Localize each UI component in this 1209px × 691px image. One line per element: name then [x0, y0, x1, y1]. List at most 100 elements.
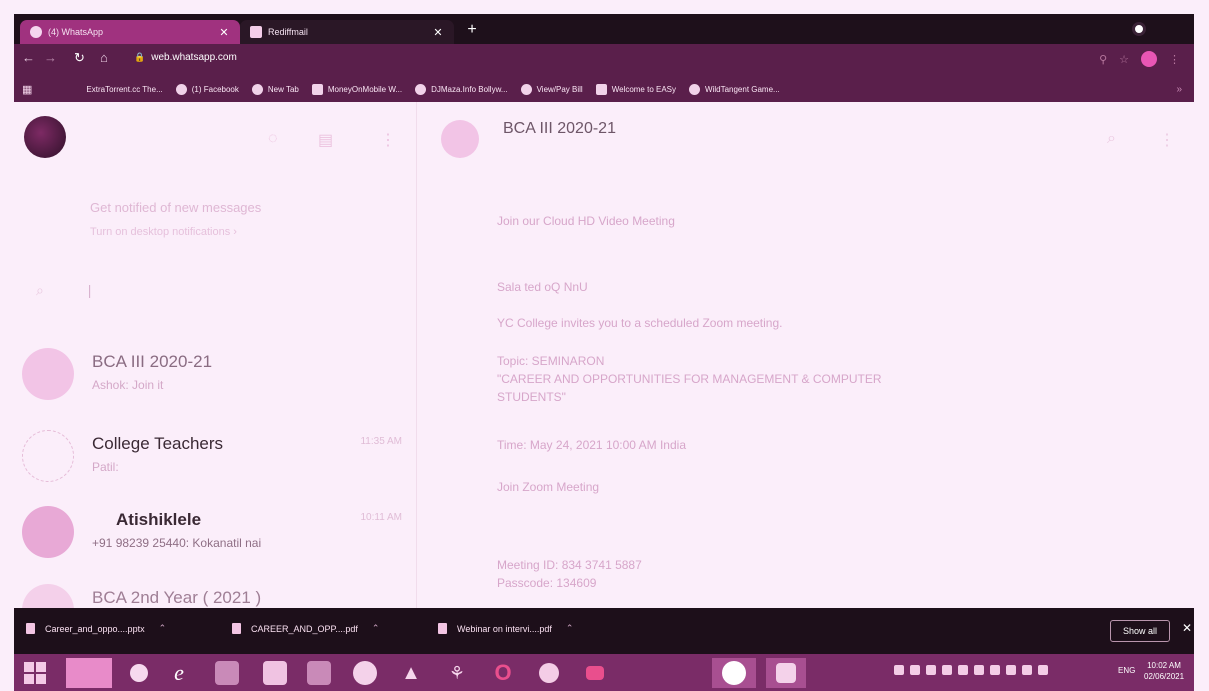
bookmark-item[interactable]: ExtraTorrent.cc The...	[86, 85, 162, 94]
profile-avatar-icon[interactable]	[1141, 51, 1157, 67]
edge-legacy-icon[interactable]: e	[164, 658, 194, 688]
menu-dots-icon[interactable]: ⋮	[1169, 53, 1180, 66]
new-chat-icon[interactable]: ▤	[318, 130, 333, 150]
word-icon[interactable]	[766, 658, 806, 688]
chevron-up-icon[interactable]: ⌃	[372, 623, 380, 634]
app-icon[interactable]: ⚘	[442, 658, 472, 688]
conversation-title[interactable]: BCA III 2020-21	[503, 120, 616, 138]
network-icon[interactable]	[958, 665, 968, 675]
close-icon[interactable]: ✕	[1182, 621, 1192, 635]
message-line: Passcode: 134609	[497, 576, 597, 590]
address-bar[interactable]: 🔒 web.whatsapp.com	[134, 52, 237, 63]
tray-icon[interactable]	[1038, 665, 1048, 675]
message-link[interactable]: Sala ted oQ NnU	[497, 280, 588, 294]
avatar	[22, 348, 74, 400]
vlc-icon[interactable]: ▲	[396, 658, 426, 688]
globe-icon	[251, 83, 263, 95]
youtube-icon[interactable]	[580, 658, 610, 688]
forward-icon[interactable]: →	[44, 50, 57, 65]
chrome-icon[interactable]	[712, 658, 756, 688]
windows-start-icon[interactable]	[24, 662, 46, 684]
pdf-file-icon	[438, 623, 447, 634]
message-line: Join Zoom Meeting	[497, 480, 600, 494]
list-item[interactable]: Atishiklele 10:11 AM +91 98239 25440: Ko…	[14, 498, 416, 562]
menu-dots-icon[interactable]: ⋮	[1159, 130, 1175, 150]
facebook-icon	[175, 83, 187, 95]
edge-icon[interactable]	[534, 658, 564, 688]
bookmark-item[interactable]: WildTangent Game...	[689, 83, 780, 95]
rediffmail-icon	[250, 26, 262, 38]
apps-grid-icon[interactable]: ▦	[22, 83, 32, 96]
menu-dots-icon[interactable]: ⋮	[380, 130, 396, 150]
clock[interactable]: 10:02 AM 02/06/2021	[1144, 660, 1184, 682]
back-icon[interactable]: ←	[22, 50, 35, 65]
list-item[interactable]: BCA III 2020-21 Ashok: Join it	[14, 340, 416, 404]
bookmark-item[interactable]: New Tab	[251, 83, 299, 95]
whatsapp-icon	[30, 26, 42, 38]
camera-app-icon[interactable]	[124, 658, 154, 688]
bookmark-item[interactable]: Welcome to EASy	[595, 83, 676, 95]
message-line: Join our Cloud HD Video Meeting	[497, 214, 675, 228]
chevron-up-icon[interactable]: ⌃	[159, 623, 167, 634]
hp-icon[interactable]	[350, 658, 380, 688]
conversation-panel: BCA III 2020-21 ⌕ ⋮ Join our Cloud HD Vi…	[417, 102, 1194, 608]
chat-time: 10:11 AM	[360, 512, 402, 523]
tray-icon[interactable]	[894, 665, 904, 675]
browser-toolbar: ← → ↻ ⌂ 🔒 web.whatsapp.com ⚲ ☆ ⋮	[14, 44, 1194, 76]
notification-link[interactable]: Turn on desktop notifications ›	[90, 226, 237, 238]
bookmark-item[interactable]: (1) Facebook	[175, 83, 239, 95]
more-bookmarks-icon[interactable]: »	[1176, 84, 1182, 95]
tray-icon[interactable]	[926, 665, 936, 675]
download-item[interactable]: Career_and_oppo....pptx ⌃	[26, 623, 166, 634]
chat-time: 11:35 AM	[360, 436, 402, 447]
message-line: Meeting ID: 834 3741 5887	[497, 558, 642, 572]
moneyonmobile-icon	[311, 83, 323, 95]
search-taskbar-icon[interactable]	[66, 658, 112, 688]
bookmark-item[interactable]: DJMaza.Info Bollyw...	[415, 83, 508, 95]
tray-icon[interactable]	[990, 665, 1000, 675]
zoom-icon[interactable]: ⚲	[1099, 53, 1107, 66]
home-icon[interactable]: ⌂	[100, 50, 108, 65]
language-indicator[interactable]: ENG	[1118, 666, 1135, 675]
message-line: STUDENTS"	[497, 390, 566, 404]
message-line: YC College invites you to a scheduled Zo…	[497, 316, 783, 330]
bookmarks-bar: ▦ ExtraTorrent.cc The... (1) Facebook Ne…	[14, 76, 1194, 102]
globe-icon	[520, 83, 532, 95]
close-tab-icon[interactable]: ✕	[430, 26, 446, 39]
reload-icon[interactable]: ↻	[74, 50, 85, 66]
store-icon[interactable]	[304, 658, 334, 688]
djmaza-icon	[415, 83, 427, 95]
clock-time: 10:02 AM	[1147, 661, 1181, 670]
tray-icon[interactable]	[974, 665, 984, 675]
download-item[interactable]: CAREER_AND_OPP....pdf ⌃	[232, 623, 379, 634]
bookmark-item[interactable]: View/Pay Bill	[520, 83, 583, 95]
windows-taskbar: e ▲ ⚘ O ENG 10:02 AM 02/06/2021	[14, 654, 1194, 691]
file-explorer-icon[interactable]	[260, 658, 290, 688]
list-item[interactable]: BCA 2nd Year ( 2021 )	[14, 576, 416, 608]
photos-icon[interactable]	[212, 658, 242, 688]
bookmark-star-icon[interactable]: ☆	[1119, 53, 1129, 66]
tray-icon[interactable]	[942, 665, 952, 675]
avatar[interactable]	[441, 120, 479, 158]
bookmark-item[interactable]: MoneyOnMobile W...	[311, 83, 402, 95]
message-line: "CAREER AND OPPORTUNITIES FOR MANAGEMENT…	[497, 372, 882, 386]
show-all-button[interactable]: Show all	[1110, 620, 1170, 642]
avatar[interactable]	[24, 116, 66, 158]
pdf-file-icon	[232, 623, 241, 634]
download-item[interactable]: Webinar on intervi....pdf ⌃	[438, 623, 573, 634]
battery-icon[interactable]	[1006, 665, 1016, 675]
list-item[interactable]: College Teachers 11:35 AM Patil:	[14, 422, 416, 486]
close-tab-icon[interactable]: ✕	[216, 26, 232, 39]
chevron-up-icon[interactable]: ⌃	[566, 623, 574, 634]
new-tab-button[interactable]: +	[462, 21, 482, 39]
tray-icon[interactable]	[910, 665, 920, 675]
status-icon[interactable]: ◌	[268, 130, 278, 148]
tab-whatsapp[interactable]: (4) WhatsApp ✕	[20, 20, 240, 44]
opera-icon[interactable]: O	[488, 658, 518, 688]
search-input[interactable]: ⌕ |	[36, 282, 386, 304]
search-icon[interactable]: ⌕	[1107, 130, 1116, 148]
toolbar-actions: ⚲ ☆ ⋮	[1099, 51, 1180, 67]
profile-indicator-icon[interactable]	[1132, 22, 1146, 36]
tab-rediffmail[interactable]: Rediffmail ✕	[240, 20, 454, 44]
volume-icon[interactable]	[1022, 665, 1032, 675]
